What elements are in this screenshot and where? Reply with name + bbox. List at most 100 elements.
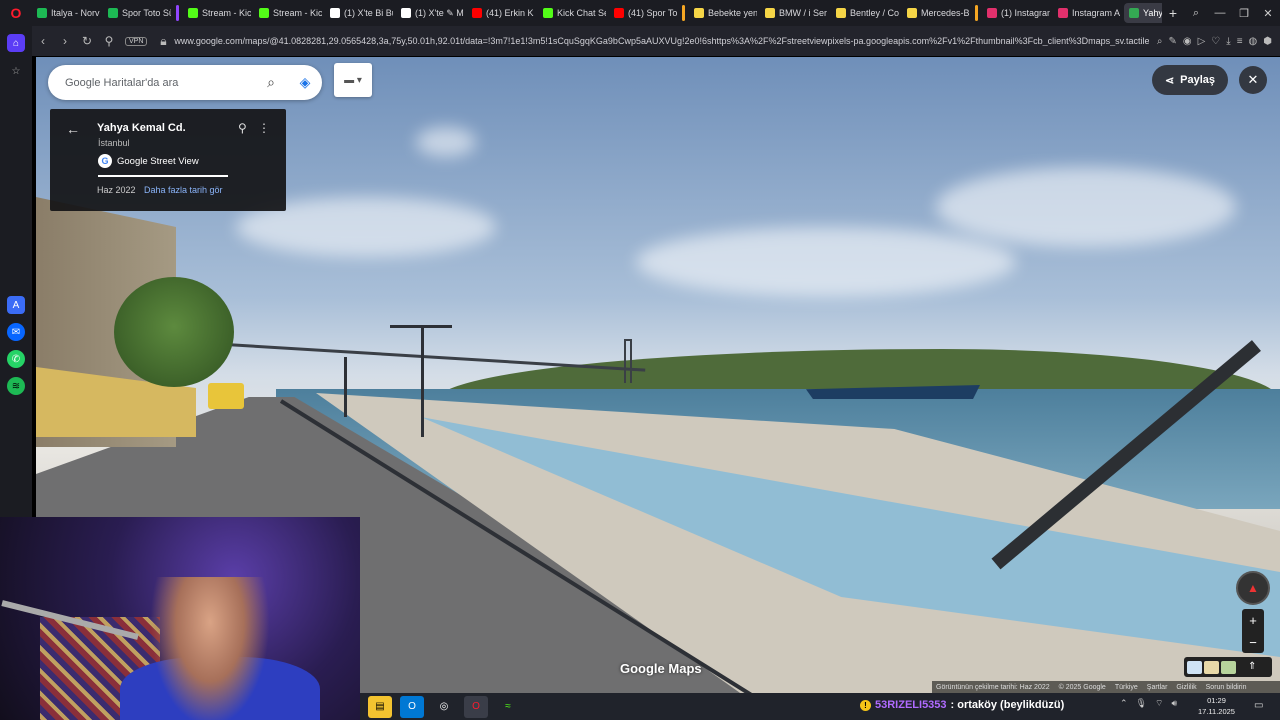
- lock-icon[interactable]: 🔒︎: [152, 34, 174, 49]
- download-icon[interactable]: ⤓: [1226, 36, 1230, 47]
- heart-icon[interactable]: ♡: [1211, 36, 1220, 47]
- back-arrow-icon[interactable]: ←: [66, 121, 80, 137]
- footer-terms[interactable]: Şartlar: [1147, 684, 1168, 691]
- aria-icon[interactable]: A: [7, 296, 25, 314]
- more-options-icon[interactable]: ⋮: [258, 121, 270, 135]
- footer-privacy[interactable]: Gizlilik: [1176, 684, 1196, 691]
- browser-tab[interactable]: (1) X'te ✎ M: [396, 3, 464, 23]
- browser-tab[interactable]: (1) X'te Bi Bu: [325, 3, 393, 23]
- system-clock[interactable]: 01:29 17.11.2025: [1198, 695, 1235, 717]
- browser-tab[interactable]: Italya - Norv: [32, 3, 100, 23]
- opera-taskbar-icon[interactable]: O: [464, 695, 488, 718]
- zoom-out-button[interactable]: −: [1249, 635, 1257, 650]
- tab-favicon-icon: [765, 8, 775, 18]
- zoom-icon[interactable]: ⌕: [1157, 36, 1163, 47]
- home-icon[interactable]: ⌂: [7, 34, 25, 52]
- wifi-icon[interactable]: ⌔: [1155, 698, 1163, 709]
- directions-icon[interactable]: ◈: [288, 74, 322, 91]
- footer-capture-date: Görüntünün çekilme tarihi: Haz 2022: [936, 683, 1050, 691]
- tab-favicon-icon: [108, 8, 118, 18]
- browser-tab[interactable]: Stream - Kick: [183, 3, 251, 23]
- search-icon[interactable]: ⌕: [254, 74, 288, 91]
- street-view-source: G Google Street View: [98, 154, 199, 168]
- ticker-message: : ortaköy (beylikdüzü): [950, 699, 1065, 711]
- compass-icon[interactable]: ▲: [1236, 571, 1270, 605]
- volume-icon[interactable]: 🔊︎: [1171, 698, 1177, 709]
- opera-logo-icon[interactable]: O: [0, 0, 32, 26]
- reload-button[interactable]: ↻: [76, 34, 98, 48]
- tab-group-separator: [975, 5, 978, 21]
- spotify-icon[interactable]: ≋: [7, 377, 25, 395]
- more-dates-link[interactable]: Daha fazla tarih gör: [144, 185, 223, 195]
- maps-search-input[interactable]: [65, 76, 254, 89]
- map-thumbnail[interactable]: [1187, 660, 1202, 674]
- map-thumbnail[interactable]: [1204, 660, 1219, 674]
- ticker-username: 53RIZELI5353: [875, 699, 947, 711]
- outlook-icon[interactable]: O: [400, 695, 424, 718]
- coin-icon: !: [860, 699, 871, 711]
- new-tab-button[interactable]: +: [1162, 5, 1184, 21]
- extension-icon[interactable]: ⬢: [1263, 36, 1272, 47]
- obs-icon[interactable]: ◎: [432, 696, 456, 718]
- tab-label: (1) X'te Bi Bu: [344, 8, 393, 18]
- browser-tab[interactable]: BMW / i Ser: [760, 3, 828, 23]
- pin-icon[interactable]: ⚲: [238, 121, 247, 135]
- kick-icon[interactable]: ≈: [496, 696, 520, 718]
- browser-tab[interactable]: Mercedes-B: [902, 3, 970, 23]
- tab-group-separator: [682, 5, 685, 21]
- expand-icon[interactable]: ⇑: [1248, 661, 1256, 674]
- share-button[interactable]: ⋖ Paylaş: [1152, 65, 1228, 95]
- forward-button[interactable]: ›: [54, 34, 76, 48]
- notification-icon[interactable]: ▭: [1254, 700, 1263, 711]
- google-logo-icon: G: [98, 154, 112, 168]
- whatsapp-icon[interactable]: ✆: [7, 350, 25, 368]
- tab-label: (1) X'te ✎ M: [415, 7, 464, 18]
- minimize-button[interactable]: —: [1208, 7, 1232, 20]
- edit-icon[interactable]: ✎: [1168, 36, 1176, 47]
- browser-tab[interactable]: Bebekte yen: [689, 3, 757, 23]
- vpn-badge[interactable]: VPN: [125, 36, 148, 46]
- camera-icon[interactable]: ◉: [1183, 36, 1192, 47]
- url-field[interactable]: www.google.com/maps/@41.0828281,29.05654…: [174, 36, 1148, 46]
- browser-tab[interactable]: (1) Instagram: [982, 3, 1050, 23]
- tab-favicon-icon: [987, 8, 997, 18]
- layers-button[interactable]: ▬ ▾: [334, 63, 372, 97]
- browser-tab[interactable]: Stream - Kick: [254, 3, 322, 23]
- tab-favicon-icon: [836, 8, 846, 18]
- footer-report[interactable]: Sorun bildirin: [1206, 684, 1247, 691]
- file-explorer-icon[interactable]: ▤: [368, 695, 392, 718]
- webcam-overlay: [0, 517, 360, 720]
- browser-tab[interactable]: Instagram A: [1053, 3, 1121, 23]
- close-window-button[interactable]: ✕: [1256, 7, 1280, 20]
- footer-copyright: © 2025 Google: [1058, 683, 1106, 691]
- mic-icon[interactable]: 🎙︎: [1136, 698, 1147, 709]
- messenger-icon[interactable]: ✉: [7, 323, 25, 341]
- tray-chevron-icon[interactable]: ⌃: [1120, 698, 1128, 709]
- site-info-icon[interactable]: ⚲: [98, 34, 120, 48]
- source-label: Google Street View: [117, 155, 199, 167]
- back-button[interactable]: ‹: [32, 34, 54, 48]
- profile-icon[interactable]: ◍: [1249, 36, 1258, 47]
- browser-tab[interactable]: Bentley / Co: [831, 3, 899, 23]
- zoom-in-button[interactable]: +: [1249, 613, 1257, 628]
- maximize-button[interactable]: ❐: [1232, 7, 1256, 20]
- map-thumbnail[interactable]: [1221, 660, 1236, 674]
- star-icon[interactable]: ☆: [7, 62, 25, 80]
- menu-icon[interactable]: ≡: [1237, 36, 1243, 47]
- browser-tab[interactable]: (41) Erkin K: [467, 3, 535, 23]
- share-icon: ⋖: [1164, 74, 1175, 87]
- close-street-view-button[interactable]: ✕: [1239, 66, 1267, 94]
- footer-region[interactable]: Türkiye: [1115, 684, 1138, 691]
- tab-label: Stream - Kick: [273, 8, 322, 18]
- play-icon[interactable]: ▷: [1198, 36, 1206, 47]
- tab-label: (1) Instagram: [1001, 8, 1050, 18]
- search-tabs-icon[interactable]: ⌕: [1184, 7, 1208, 20]
- browser-tab[interactable]: Spor Toto Sü: [103, 3, 171, 23]
- tab-favicon-icon: [543, 8, 553, 18]
- tab-favicon-icon: [401, 8, 411, 18]
- browser-tab[interactable]: (41) Spor To: [609, 3, 677, 23]
- street-lamp-arm: [390, 325, 452, 328]
- browser-tab[interactable]: Yahya Kemal Cd. - G: [1124, 3, 1162, 23]
- tab-favicon-icon: [188, 8, 198, 18]
- browser-tab[interactable]: Kick Chat Se: [538, 3, 606, 23]
